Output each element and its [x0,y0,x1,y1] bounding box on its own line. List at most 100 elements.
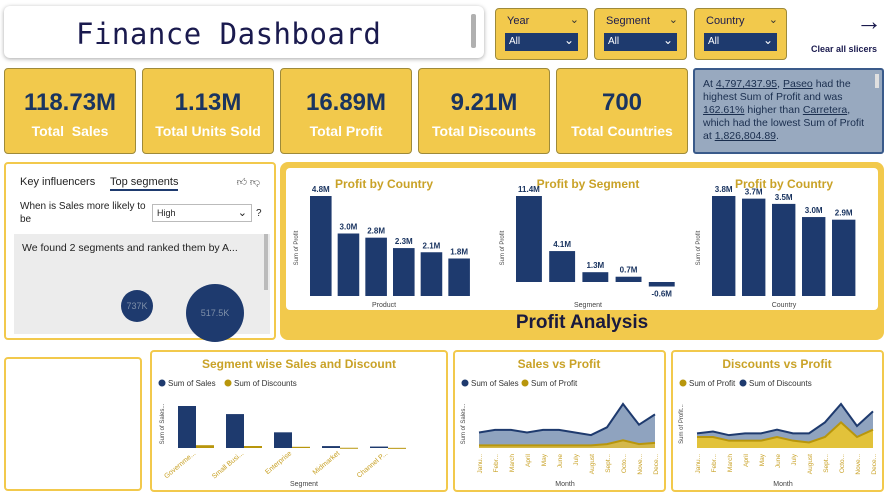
legend-label: Sum of Discounts [234,379,297,388]
slicer-segment-select[interactable]: All ⌄ [604,33,677,51]
chart-title: Sales vs Profit [518,357,601,371]
feedback-icons[interactable]: 👍︎ 👎︎ [237,176,260,188]
slicer-country-value: All [708,36,720,47]
thumbs-up-icon[interactable]: 👍︎ [237,177,247,188]
tick-label: July [791,453,798,465]
tick-label: Small Busi... [211,450,245,480]
bar [244,446,262,448]
bar [370,446,388,448]
kpi-total-sales: 118.73M Total Sales [4,68,136,154]
tick-label: Febr... [493,454,500,473]
tick-label: April [743,453,750,467]
tick-label: Dece... [653,454,660,475]
bar [516,196,542,282]
chevron-down-icon[interactable]: ⌄ [570,13,579,26]
profit-charts-container: Profit by Country Sum of Profit Product 4.8… [286,168,878,310]
influencer-question: When is Sales more likely to be [20,201,146,225]
bar [226,414,244,448]
bar [712,196,736,296]
influencer-dropdown[interactable]: High ⌄ [152,204,252,222]
title-scrollbar[interactable] [471,14,476,48]
sales-vs-profit-svg: Sales vs Profit Sum of Sales... Month Sum o… [461,357,660,488]
slicer-country-label: Country [706,15,745,27]
narrative-text: . [776,130,779,142]
bar [178,406,196,448]
narrative-value: Paseo [783,78,813,90]
tab-top-segments[interactable]: Top segments [110,176,179,191]
slicer-year-label: Year [507,15,530,27]
influencer-dropdown-value: High [157,208,176,218]
tick-label: May [759,453,766,466]
chevron-down-icon[interactable]: ⌄ [669,13,678,26]
kpi-value: 118.73M [23,89,117,116]
kpi-label: Total Sales [31,123,109,139]
page-title: Finance Dashboard [76,17,382,51]
chevron-down-icon: ⌄ [563,33,574,47]
slicer-segment[interactable]: Segment ⌄ All ⌄ [594,8,687,60]
clear-all-slicers-button[interactable]: → Clear all slicers [804,6,884,58]
kpi-total-countries: 700 Total Countries [556,68,688,154]
bar [615,276,642,282]
slicer-country-select[interactable]: All ⌄ [704,33,777,51]
narrative-value: 1,826,804.89 [714,130,776,142]
data-label: 3.5M [775,193,793,202]
tick-label: Janu... [695,454,702,474]
smart-narrative: At 4,797,437.95, Paseo had the highest S… [693,68,884,154]
tick-label: March [509,454,516,472]
bar [337,233,360,296]
segments-panel: We found 2 segments and ranked them by A… [14,234,270,342]
kpi-label: Total Discounts [432,123,536,139]
tick-label: Midmarket [312,450,342,476]
bar [448,258,470,296]
legend-label: Sum of Profit [689,379,736,388]
tick-label: Dece... [871,454,878,475]
segment-bubble[interactable]: 737K [121,290,153,322]
y-axis-label: Sum of Sales... [160,403,166,444]
bar [802,217,826,296]
kpi-label: Total Units Sold [155,123,261,139]
slicer-year-select[interactable]: All ⌄ [505,33,578,51]
kpi-value: 9.21M [450,89,518,116]
data-label: 1.3M [586,261,604,270]
y-axis-label: Sum of Profit [696,230,702,265]
chart-sales-vs-profit: Sales vs Profit Sum of Sales... Month Sum o… [453,350,666,492]
segment-bubble[interactable]: 517.5K [186,284,244,342]
chart-discounts-vs-profit: Discounts vs Profit Sum of Profit... Month… [671,350,884,492]
y-axis-label: Sum of Sales... [461,403,467,444]
tick-label: July [573,453,580,465]
kpi-value: 1.13M [174,89,242,116]
tick-label: Octo... [621,454,628,473]
bar [274,432,292,448]
panel-scrollbar[interactable] [264,234,268,290]
kpi-label: Total Countries [571,123,673,139]
tick-label: March [727,454,734,472]
data-label: 2.9M [835,209,853,218]
slicer-country[interactable]: Country ⌄ All ⌄ [694,8,787,60]
legend-marker [679,379,687,387]
data-label: 11.4M [518,185,540,194]
empty-card [4,357,142,491]
thumbs-down-icon[interactable]: 👎︎ [250,177,260,188]
chart-title: Segment wise Sales and Discount [202,357,396,371]
chevron-down-icon[interactable]: ⌄ [769,13,778,26]
tick-label: April [525,453,532,467]
narrative-scrollbar[interactable] [875,74,879,88]
arrow-right-icon[interactable]: → [856,6,882,37]
bar [322,446,340,448]
narrative-text: At [703,78,716,90]
segment-sales-discount-svg: Segment wise Sales and Discount Sum of Sa… [158,357,406,488]
tab-key-influencers[interactable]: Key influencers [20,176,95,188]
bar [549,251,576,282]
clear-all-slicers-label: Clear all slicers [811,44,878,54]
help-icon[interactable]: ? [256,208,262,219]
legend-label: Sum of Profit [531,379,578,388]
chart-segment-sales-discount: Segment wise Sales and Discount Sum of Sa… [150,350,448,492]
discounts-vs-profit-svg: Discounts vs Profit Sum of Profit... Month… [679,357,878,488]
tick-label: Governme... [163,450,197,480]
data-label: 4.1M [553,240,571,249]
legend-marker [224,379,232,387]
slicer-year[interactable]: Year ⌄ All ⌄ [495,8,588,60]
key-influencers-visual: Key influencers Top segments 👍︎ 👎︎ When … [4,162,276,342]
bar [393,248,415,296]
narrative-value: 4,797,437.95 [715,78,778,90]
